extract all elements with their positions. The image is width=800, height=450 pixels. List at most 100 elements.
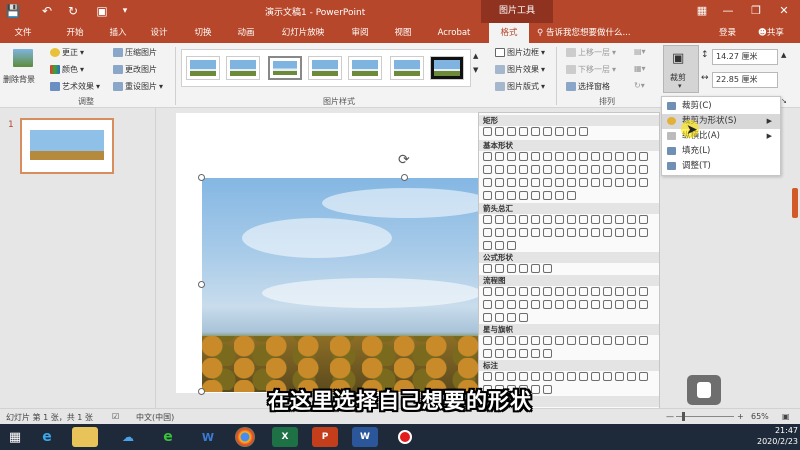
style-thumb[interactable] bbox=[268, 56, 302, 80]
change-picture-label: 更改图片 bbox=[125, 65, 157, 74]
shape-row[interactable] bbox=[483, 191, 655, 203]
tab-file[interactable]: 文件 bbox=[0, 23, 46, 43]
menu-item-fit[interactable]: 调整(T) bbox=[662, 159, 780, 174]
landscape-picture[interactable] bbox=[202, 178, 492, 392]
selection-pane-button[interactable]: 选择窗格 bbox=[566, 81, 610, 92]
tab-design[interactable]: 设计 bbox=[142, 23, 176, 43]
tab-format[interactable]: 格式 bbox=[489, 23, 529, 43]
resize-handle[interactable] bbox=[198, 174, 205, 181]
shape-row[interactable] bbox=[483, 336, 655, 348]
explorer-icon[interactable] bbox=[72, 427, 98, 447]
gallery-down-icon[interactable]: ▼ bbox=[473, 65, 478, 75]
style-thumb[interactable] bbox=[348, 56, 382, 80]
size-dialog-launcher[interactable]: ↘ bbox=[781, 96, 787, 106]
ie-icon[interactable]: e bbox=[34, 427, 60, 447]
width-field[interactable]: 22.85 厘米 bbox=[712, 72, 778, 88]
send-backward-button[interactable]: 下移一层 ▾ bbox=[566, 64, 616, 75]
reset-picture-button[interactable]: 重设图片 ▾ bbox=[113, 81, 163, 92]
word-icon[interactable]: W bbox=[352, 427, 378, 447]
picture-border-button[interactable]: 图片边框 ▾ bbox=[495, 47, 545, 58]
group-icon[interactable]: ▦▾ bbox=[634, 64, 646, 74]
menu-item-crop-to-shape[interactable]: 裁剪为形状(S) ▶ bbox=[662, 114, 780, 129]
shape-row[interactable] bbox=[483, 372, 655, 384]
tell-me-box[interactable]: ⚲ 告诉我您想要做什么... bbox=[537, 23, 631, 43]
wps-icon[interactable]: W bbox=[195, 427, 221, 447]
minimize-icon[interactable]: — bbox=[714, 0, 742, 23]
color-button[interactable]: 颜色 ▾ bbox=[50, 64, 84, 75]
change-picture-button[interactable]: 更改图片 bbox=[113, 64, 157, 75]
netdisk-icon[interactable]: ☁ bbox=[115, 427, 141, 447]
login-link[interactable]: 登录 bbox=[719, 23, 736, 43]
crop-button[interactable]: ▣ 裁剪 ▾ bbox=[663, 45, 699, 93]
tab-view[interactable]: 视图 bbox=[386, 23, 420, 43]
slide-thumbnail[interactable] bbox=[20, 118, 114, 174]
corrections-button[interactable]: 更正 ▾ bbox=[50, 47, 84, 58]
customize-qa-icon[interactable]: ▾ bbox=[116, 3, 134, 20]
tab-slideshow[interactable]: 幻灯片放映 bbox=[275, 23, 331, 43]
share-button[interactable]: ☻共享 bbox=[758, 23, 784, 43]
artistic-effects-button[interactable]: 艺术效果 ▾ bbox=[50, 81, 100, 92]
excel-icon[interactable]: X bbox=[272, 427, 298, 447]
compress-pictures-button[interactable]: 压缩图片 bbox=[113, 47, 157, 58]
resize-handle[interactable] bbox=[198, 281, 205, 288]
start-icon[interactable]: ▦ bbox=[4, 427, 26, 447]
category-rectangles: 矩形 bbox=[479, 115, 659, 126]
tab-home[interactable]: 开始 bbox=[58, 23, 92, 43]
resize-handle[interactable] bbox=[401, 174, 408, 181]
picture-effects-label: 图片效果 bbox=[507, 65, 539, 74]
shape-row[interactable] bbox=[483, 287, 655, 299]
align-icon[interactable]: ▤▾ bbox=[634, 47, 646, 57]
style-thumb[interactable] bbox=[308, 56, 342, 80]
tab-insert[interactable]: 插入 bbox=[101, 23, 135, 43]
adjust-group-label: 调整 bbox=[78, 97, 94, 106]
gallery-up-icon[interactable]: ▲ bbox=[473, 51, 478, 61]
layout-icon bbox=[495, 82, 505, 91]
shape-row[interactable] bbox=[483, 127, 655, 139]
height-field[interactable]: 14.27 厘米 bbox=[712, 49, 778, 65]
send-backward-label: 下移一层 bbox=[578, 65, 610, 74]
color-icon bbox=[50, 65, 60, 74]
tab-review[interactable]: 审阅 bbox=[343, 23, 377, 43]
rotate-icon[interactable]: ↻▾ bbox=[634, 81, 645, 91]
record-icon[interactable] bbox=[392, 427, 418, 447]
clock-date: 2020/2/23 bbox=[757, 437, 799, 446]
shape-row[interactable] bbox=[483, 165, 655, 177]
style-thumb[interactable] bbox=[186, 56, 220, 80]
restore-icon[interactable]: ❐ bbox=[742, 0, 770, 23]
redo-icon[interactable]: ↻ bbox=[64, 3, 82, 20]
rotate-handle-icon[interactable]: ⟳ bbox=[398, 152, 410, 168]
scroll-thumb[interactable] bbox=[792, 188, 798, 218]
shapes-gallery: 矩形 基本形状 箭头总汇 公式形状 流程图 星与旗帜 标注 动作按钮 bbox=[478, 112, 660, 418]
menu-item-aspect-ratio[interactable]: 纵横比(A) ▶ bbox=[662, 129, 780, 144]
style-thumb[interactable] bbox=[390, 56, 424, 80]
shape-row[interactable] bbox=[483, 215, 655, 227]
shape-row[interactable] bbox=[483, 300, 655, 312]
style-thumb[interactable] bbox=[430, 56, 464, 80]
shape-row[interactable] bbox=[483, 152, 655, 164]
shape-row[interactable] bbox=[483, 228, 655, 240]
present-icon[interactable]: ▣ bbox=[93, 3, 111, 20]
undo-icon[interactable]: ↶ bbox=[38, 3, 56, 20]
fit-icon bbox=[667, 162, 676, 170]
save-icon[interactable]: 💾 bbox=[4, 3, 22, 20]
menu-item-fill[interactable]: 填充(L) bbox=[662, 144, 780, 159]
picture-layout-button[interactable]: 图片版式 ▾ bbox=[495, 81, 545, 92]
picture-effects-button[interactable]: 图片效果 ▾ bbox=[495, 64, 545, 75]
ribbon-collapse-icon[interactable]: ▲ bbox=[781, 50, 786, 60]
vertical-scrollbar[interactable] bbox=[790, 108, 800, 408]
ribbon-display-icon[interactable]: ▦ bbox=[688, 0, 716, 23]
style-thumb[interactable] bbox=[226, 56, 260, 80]
menu-item-crop[interactable]: 裁剪(C) bbox=[662, 99, 780, 114]
tab-acrobat[interactable]: Acrobat bbox=[432, 23, 476, 43]
bring-forward-button[interactable]: 上移一层 ▾ bbox=[566, 47, 616, 58]
close-icon[interactable]: ✕ bbox=[770, 0, 798, 23]
remove-background-button[interactable] bbox=[10, 49, 36, 67]
powerpoint-icon[interactable]: P bbox=[312, 427, 338, 447]
chrome-icon[interactable] bbox=[235, 427, 255, 447]
tab-animations[interactable]: 动画 bbox=[229, 23, 263, 43]
shape-row[interactable] bbox=[483, 178, 655, 190]
browser-360-icon[interactable]: e bbox=[155, 427, 181, 447]
taskbar-clock[interactable]: 21:47 2020/2/23 bbox=[757, 425, 798, 447]
tab-transitions[interactable]: 切换 bbox=[186, 23, 220, 43]
remove-background-icon bbox=[13, 49, 33, 67]
